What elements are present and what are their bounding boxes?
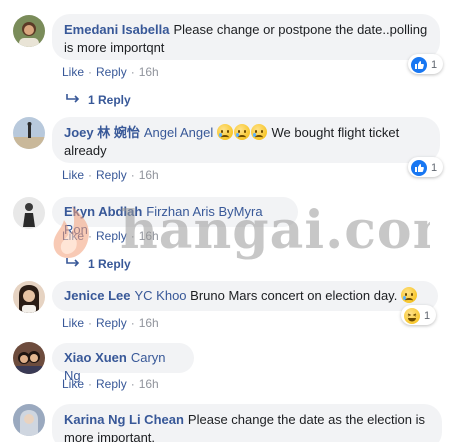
comment-time[interactable]: 16h <box>139 229 159 243</box>
comment-time[interactable]: 16h <box>139 316 159 330</box>
comment-bubble: Joey 林 婉怡 Angel Angel We bought flight ti… <box>52 117 440 163</box>
comment-bubble: Emedani Isabella Please change or postpon… <box>52 14 440 60</box>
comment-actions: Like · Reply · 16h <box>62 316 159 330</box>
view-replies-label: 1 Reply <box>88 93 131 107</box>
reply-arrow-icon <box>66 93 80 107</box>
tagged-user[interactable]: YC Khoo <box>135 288 187 303</box>
reply-link[interactable]: Reply <box>96 65 127 79</box>
comment-bubble: Ekyn Abdlah Firzhan Aris ByMyra Ron <box>52 197 298 237</box>
reply-link[interactable]: Reply <box>96 377 127 391</box>
comment-actions: Like · Reply · 16h <box>62 65 159 79</box>
comment-time[interactable]: 16h <box>139 377 159 391</box>
reply-link[interactable]: Reply <box>96 316 127 330</box>
comment-author[interactable]: Karina Ng Li Chean <box>64 412 184 427</box>
avatar[interactable] <box>13 117 45 149</box>
comment-author[interactable]: Xiao Xuen <box>64 350 127 365</box>
reaction-count-label: 1 <box>431 162 438 174</box>
sad-emoji-icon <box>216 124 233 140</box>
comment-author[interactable]: Emedani Isabella <box>64 22 170 37</box>
comment-time[interactable]: 16h <box>139 65 159 79</box>
haha-icon <box>404 308 420 324</box>
reaction-count[interactable]: 1 <box>408 157 444 177</box>
reply-link[interactable]: Reply <box>96 229 127 243</box>
comment-bubble: Karina Ng Li Chean Please change the date… <box>52 404 442 442</box>
view-replies-label: 1 Reply <box>88 257 131 271</box>
reaction-count-label: 1 <box>424 310 431 322</box>
comment-actions: Like · Reply · 16h <box>62 229 159 243</box>
sad-emoji-icon <box>233 124 250 140</box>
comment-actions: Like · Reply · 16h <box>62 168 159 182</box>
sad-emoji-icon <box>400 287 417 303</box>
reply-link[interactable]: Reply <box>96 168 127 182</box>
like-icon <box>411 57 427 73</box>
like-link[interactable]: Like <box>62 168 84 182</box>
comment-author[interactable]: Joey 林 婉怡 <box>64 125 140 140</box>
tagged-user[interactable]: Angel Angel <box>144 125 213 140</box>
reaction-count[interactable]: 1 <box>401 305 437 325</box>
like-link[interactable]: Like <box>62 316 84 330</box>
comment-author[interactable]: Ekyn Abdlah <box>64 204 142 219</box>
avatar[interactable] <box>13 15 45 47</box>
view-replies-link[interactable]: 1 Reply <box>66 257 131 271</box>
comment-bubble: Xiao Xuen Caryn Ng <box>52 343 194 383</box>
comment-author[interactable]: Jenice Lee <box>64 288 131 303</box>
comment-time[interactable]: 16h <box>139 168 159 182</box>
like-link[interactable]: Like <box>62 65 84 79</box>
reaction-count-label: 1 <box>431 59 438 71</box>
comment-bubble: Jenice Lee YC Khoo Bruno Mars concert on … <box>52 281 438 311</box>
avatar[interactable] <box>13 342 45 374</box>
like-icon <box>411 160 427 176</box>
sad-emoji-icon <box>250 124 267 140</box>
avatar[interactable] <box>13 281 45 313</box>
reaction-count[interactable]: 1 <box>408 54 444 74</box>
view-replies-link[interactable]: 1 Reply <box>66 93 131 107</box>
reply-arrow-icon <box>66 257 80 271</box>
comment-actions: Like · Reply · 16h <box>62 377 159 391</box>
like-link[interactable]: Like <box>62 377 84 391</box>
comment-text: Bruno Mars concert on election day. <box>190 288 398 303</box>
avatar[interactable] <box>13 197 45 229</box>
avatar[interactable] <box>13 404 45 436</box>
like-link[interactable]: Like <box>62 229 84 243</box>
